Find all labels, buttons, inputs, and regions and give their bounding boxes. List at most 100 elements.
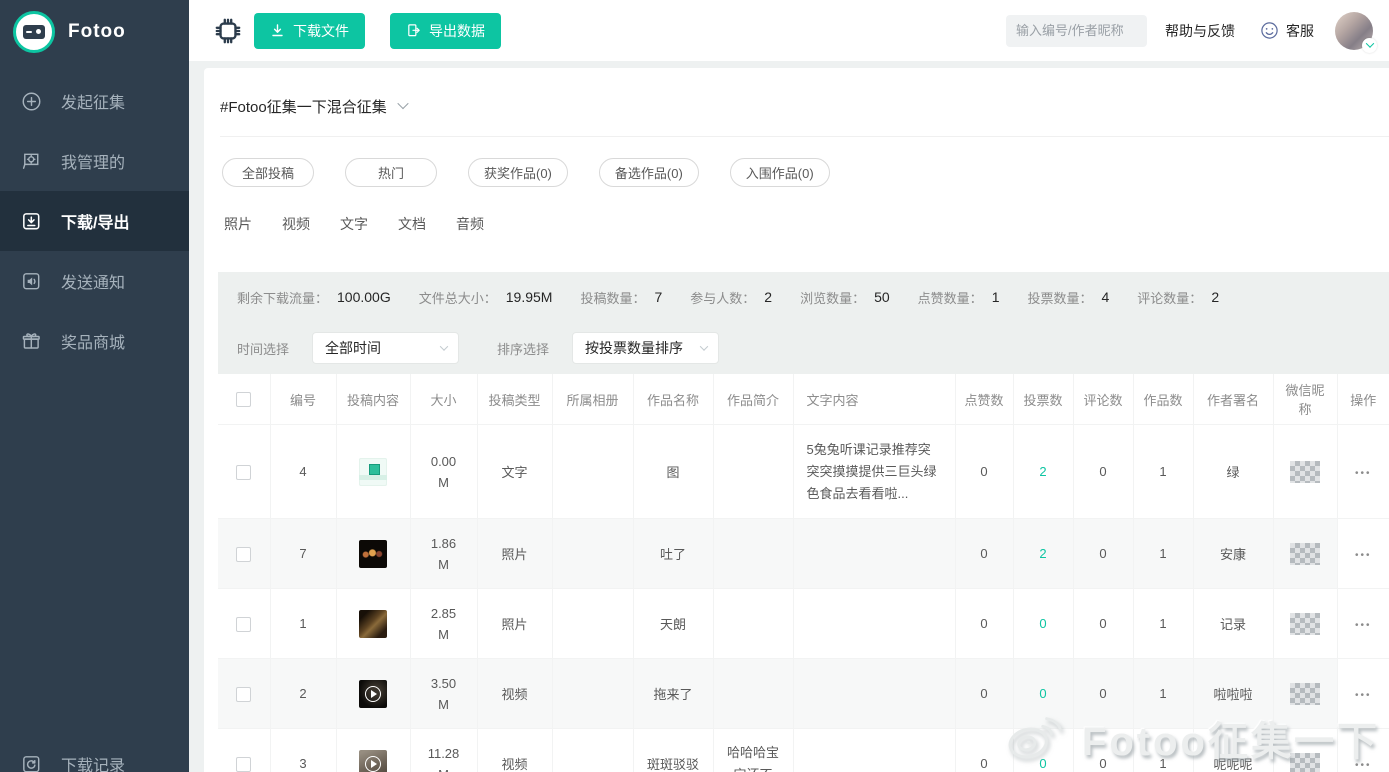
help-feedback-link[interactable]: 帮助与反馈	[1165, 21, 1235, 41]
user-avatar[interactable]	[1335, 12, 1373, 50]
tab-audio[interactable]: 音频	[456, 214, 484, 234]
sidebar-item-download-export[interactable]: 下载/导出	[0, 191, 189, 251]
sidebar-item-create-campaign[interactable]: 发起征集	[0, 71, 189, 131]
brand-logo-icon	[13, 11, 55, 53]
export-data-button[interactable]: 导出数据	[390, 13, 501, 49]
row-actions-button[interactable]: •••	[1355, 620, 1372, 631]
col-comments: 评论数	[1073, 374, 1133, 425]
stat-total-file-size: 文件总大小：19.95M	[419, 288, 553, 307]
stat-like-count: 点赞数量：1	[918, 288, 1000, 307]
row-checkbox[interactable]	[236, 465, 251, 480]
sidebar-item-download-history[interactable]: 下载记录	[0, 734, 189, 772]
cell-type: 照片	[477, 589, 552, 659]
table-header-row: 编号 投稿内容 大小 投稿类型 所属相册 作品名称 作品简介 文字内容 点赞数 …	[218, 374, 1389, 425]
row-checkbox[interactable]	[236, 687, 251, 702]
sidebar-item-label: 发送通知	[61, 269, 125, 293]
chevron-down-icon	[1365, 39, 1373, 47]
refresh-icon	[20, 753, 43, 772]
sidebar-item-prize-mall[interactable]: 奖品商城	[0, 311, 189, 371]
cell-album	[552, 519, 633, 589]
submission-thumbnail[interactable]	[359, 750, 387, 772]
speaker-icon	[20, 270, 43, 293]
cell-works: 1	[1133, 519, 1193, 589]
cell-author: 安康	[1193, 519, 1273, 589]
table-row: 2 3.50M 视频 拖来了 0 0 0 1 啦啦啦	[218, 659, 1389, 729]
row-actions-button[interactable]: •••	[1355, 690, 1372, 701]
row-checkbox[interactable]	[236, 757, 251, 772]
table-row: 3 11.28M 视频 斑斑驳驳 哈哈哈宝宝还不 0 0 0 1	[218, 729, 1389, 772]
pill-all-submissions[interactable]: 全部投稿	[222, 158, 314, 187]
cell-text-content: 5兔兔听课记录推荐突突突摸摸提供三巨头绿色食品去看看啦...	[793, 425, 955, 519]
wechat-nickname-blurred	[1290, 543, 1320, 565]
cell-size: 11.28M	[419, 743, 469, 772]
campaign-title-row[interactable]: #Fotoo征集一下混合征集	[204, 68, 1389, 136]
cell-works: 1	[1133, 589, 1193, 659]
col-votes: 投票数	[1013, 374, 1073, 425]
sidebar-item-my-managed[interactable]: 我管理的	[0, 131, 189, 191]
sidebar-item-send-notification[interactable]: 发送通知	[0, 251, 189, 311]
cell-work-name: 图	[633, 425, 713, 519]
stat-vote-count: 投票数量：4	[1027, 288, 1109, 307]
row-actions-button[interactable]: •••	[1355, 550, 1372, 561]
tab-text[interactable]: 文字	[340, 214, 368, 234]
download-file-button[interactable]: 下载文件	[254, 13, 365, 49]
cell-album	[552, 729, 633, 772]
col-album: 所属相册	[552, 374, 633, 425]
cell-type: 视频	[477, 659, 552, 729]
time-select[interactable]: 全部时间	[312, 332, 459, 364]
pill-candidate-works[interactable]: 备选作品(0)	[599, 158, 699, 187]
select-all-checkbox[interactable]	[236, 392, 251, 407]
cell-comments: 0	[1073, 659, 1133, 729]
plus-circle-icon	[20, 90, 43, 113]
cell-work-intro	[713, 589, 793, 659]
cell-work-intro	[713, 425, 793, 519]
cell-votes: 0	[1013, 659, 1073, 729]
pill-hot[interactable]: 热门	[345, 158, 437, 187]
avatar-dropdown-badge	[1362, 38, 1377, 53]
cell-votes: 0	[1013, 589, 1073, 659]
row-actions-button[interactable]: •••	[1355, 468, 1372, 479]
sidebar-item-label: 下载记录	[61, 752, 125, 772]
pill-shortlisted-works[interactable]: 入围作品(0)	[730, 158, 830, 187]
download-icon	[270, 23, 285, 38]
smiley-icon	[1260, 21, 1279, 40]
cell-work-name: 吐了	[633, 519, 713, 589]
sort-select[interactable]: 按投票数量排序	[572, 332, 719, 364]
row-checkbox[interactable]	[236, 617, 251, 632]
submission-thumbnail[interactable]	[359, 458, 387, 486]
col-work-intro: 作品简介	[713, 374, 793, 425]
cell-id: 4	[270, 425, 336, 519]
wechat-nickname-blurred	[1290, 613, 1320, 635]
cell-work-intro	[713, 519, 793, 589]
tab-photo[interactable]: 照片	[224, 214, 252, 234]
tab-document[interactable]: 文档	[398, 214, 426, 234]
cell-likes: 0	[955, 519, 1013, 589]
col-wechat-nickname: 微信昵称	[1273, 374, 1337, 425]
app-window: Fotoo 发起征集 我管理的 下载/导出 发送通知 奖品商城	[0, 0, 1389, 772]
type-tabs: 照片 视频 文字 文档 音频	[204, 187, 1389, 234]
stat-view-count: 浏览数量：50	[800, 288, 890, 307]
cell-votes: 0	[1013, 729, 1073, 772]
cell-work-intro	[713, 659, 793, 729]
submission-thumbnail[interactable]	[359, 680, 387, 708]
search-input[interactable]	[1006, 15, 1147, 47]
campaign-title: #Fotoo征集一下混合征集	[220, 96, 387, 117]
cell-author: 记录	[1193, 589, 1273, 659]
submission-thumbnail[interactable]	[359, 610, 387, 638]
tab-video[interactable]: 视频	[282, 214, 310, 234]
cell-id: 7	[270, 519, 336, 589]
pill-awarded-works[interactable]: 获奖作品(0)	[468, 158, 568, 187]
table-row: 4 0.00M 文字 图 5兔兔听课记录推荐突突突摸摸提供三巨头绿色食品去看看啦…	[218, 425, 1389, 519]
row-actions-button[interactable]: •••	[1355, 760, 1372, 771]
export-icon	[406, 23, 421, 38]
sidebar-item-label: 我管理的	[61, 149, 125, 173]
customer-service-link[interactable]: 客服	[1260, 21, 1314, 41]
sidebar: Fotoo 发起征集 我管理的 下载/导出 发送通知 奖品商城	[0, 0, 189, 772]
brand-name: Fotoo	[68, 21, 126, 43]
cell-id: 2	[270, 659, 336, 729]
stat-comment-count: 评论数量：2	[1137, 288, 1219, 307]
stat-remaining-traffic: 剩余下载流量：100.00G	[237, 288, 391, 307]
row-checkbox[interactable]	[236, 547, 251, 562]
stats-filter-strip: 剩余下载流量：100.00G 文件总大小：19.95M 投稿数量：7 参与人数：…	[218, 272, 1389, 374]
submission-thumbnail[interactable]	[359, 540, 387, 568]
